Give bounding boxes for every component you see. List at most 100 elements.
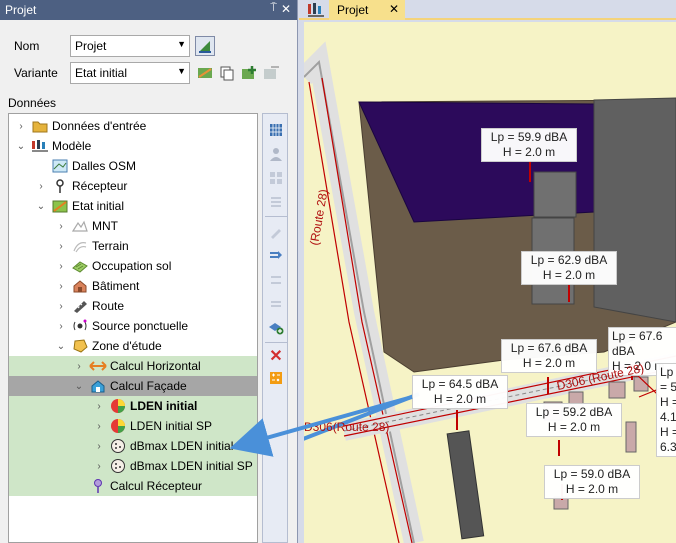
h-value: H = 6.3 bbox=[660, 425, 676, 454]
user-icon[interactable] bbox=[266, 144, 286, 164]
tree-label: Calcul Horizontal bbox=[110, 359, 201, 373]
grid-map-icon[interactable] bbox=[266, 120, 286, 140]
map-canvas[interactable]: Lp = 59.9 dBA H = 2.0 m Lp = 62.9 dBA H … bbox=[304, 22, 676, 543]
tree-item-route[interactable]: › Route bbox=[9, 296, 257, 316]
noise-label[interactable]: Lp = 59.0 dBA H = 2.0 m bbox=[544, 465, 640, 499]
pencil-icon[interactable] bbox=[266, 222, 286, 242]
tree-item-mnt[interactable]: › MNT bbox=[9, 216, 257, 236]
tree-item-donnees-entree[interactable]: › Données d'entrée bbox=[9, 116, 257, 136]
chevron-right-icon[interactable]: › bbox=[35, 181, 47, 192]
tree-label: Dalles OSM bbox=[72, 159, 137, 173]
chevron-right-icon[interactable]: › bbox=[55, 301, 67, 312]
tree-item-dbmax-lden-initial-sp[interactable]: › dBmax LDEN initial SP bbox=[9, 456, 257, 476]
chevron-right-icon[interactable]: › bbox=[55, 321, 67, 332]
building bbox=[593, 97, 676, 323]
chevron-down-icon[interactable]: ▼ bbox=[177, 39, 186, 49]
layers-icon[interactable] bbox=[266, 168, 286, 188]
noise-label[interactable]: Lp = 64.5 dBA H = 2.0 m bbox=[412, 375, 508, 409]
horizontal-calc-icon bbox=[89, 358, 107, 374]
variante-row: Variante Etat initial ▼ bbox=[14, 62, 281, 84]
tree-item-source-ponctuelle[interactable]: › Source ponctuelle bbox=[9, 316, 257, 336]
lp-value: Lp = 64.5 dBA bbox=[421, 377, 499, 391]
tree-item-dalles-osm[interactable]: Dalles OSM bbox=[9, 156, 257, 176]
close-icon[interactable]: ✕ bbox=[389, 2, 399, 16]
variante-select[interactable]: Etat initial ▼ bbox=[70, 62, 190, 84]
tree-label: Occupation sol bbox=[92, 259, 172, 273]
delete-variant-icon[interactable] bbox=[261, 63, 281, 83]
tree-item-zone-etude[interactable]: ⌄ Zone d'étude bbox=[9, 336, 257, 356]
noise-label[interactable]: Lp = 59.9 dBA H = 2.0 m bbox=[481, 128, 577, 162]
tree-label: dBmax LDEN initial bbox=[130, 439, 234, 453]
close-icon[interactable]: ✕ bbox=[281, 2, 291, 16]
swap-icon[interactable] bbox=[266, 294, 286, 314]
noise-label[interactable]: Lp = 67.6 dBA H = 2.0 m bbox=[501, 339, 597, 373]
tree-label: Route bbox=[92, 299, 125, 313]
lp-value: Lp = 67.6 dBA bbox=[510, 341, 588, 355]
chevron-down-icon[interactable]: ⌄ bbox=[73, 381, 85, 392]
delete-icon[interactable]: ✕ bbox=[266, 346, 286, 366]
h-value: H = 4.1 bbox=[660, 395, 676, 424]
tree-label: Calcul Récepteur bbox=[110, 479, 203, 493]
calculator-icon[interactable] bbox=[266, 368, 286, 388]
chevron-down-icon[interactable]: ⌄ bbox=[35, 201, 47, 212]
h-value: H = 2.0 m bbox=[547, 420, 601, 434]
h-value: H = 2.0 m bbox=[433, 392, 487, 406]
noise-label[interactable]: Lp = 5 H = 4.1 H = 6.3 bbox=[656, 363, 676, 457]
chevron-right-icon[interactable]: › bbox=[93, 401, 105, 412]
tree-item-occupation-sol[interactable]: › Occupation sol bbox=[9, 256, 257, 276]
chevron-right-icon[interactable]: › bbox=[15, 121, 27, 132]
chevron-right-icon[interactable]: › bbox=[73, 361, 85, 372]
chevron-right-icon[interactable]: › bbox=[55, 281, 67, 292]
tree-label: LDEN initial bbox=[130, 399, 198, 413]
chevron-right-icon[interactable]: › bbox=[93, 441, 105, 452]
variant-edit-icon[interactable] bbox=[195, 63, 215, 83]
noise-label[interactable]: Lp = 62.9 dBA H = 2.0 m bbox=[521, 251, 617, 285]
chevron-right-icon[interactable]: › bbox=[55, 241, 67, 252]
add-variant-icon[interactable] bbox=[239, 63, 259, 83]
chevron-down-icon[interactable]: ▼ bbox=[177, 66, 186, 76]
building bbox=[446, 430, 485, 540]
donnees-label: Données bbox=[8, 96, 57, 110]
chevron-down-icon[interactable]: ⌄ bbox=[15, 141, 27, 152]
map-icon bbox=[51, 158, 69, 174]
terrain-icon bbox=[71, 238, 89, 254]
tree-item-terrain[interactable]: › Terrain bbox=[9, 236, 257, 256]
chevron-right-icon[interactable]: › bbox=[93, 461, 105, 472]
tree-item-calcul-recepteur[interactable]: Calcul Récepteur bbox=[9, 476, 257, 496]
tab-label: Projet bbox=[337, 3, 369, 17]
panel-title-bar: Projet ⍑ ✕ bbox=[0, 0, 297, 20]
tree-item-etat-initial[interactable]: ⌄ Etat initial bbox=[9, 196, 257, 216]
point-source-icon bbox=[71, 318, 89, 334]
tree-label: Zone d'étude bbox=[92, 339, 162, 353]
tree-item-lden-initial-sp[interactable]: › LDEN initial SP bbox=[9, 416, 257, 436]
chevron-right-icon[interactable]: › bbox=[55, 221, 67, 232]
data-tree: › Données d'entrée ⌄ Modèle Dalles OSM ›… bbox=[8, 113, 258, 543]
tree-item-calcul-horizontal[interactable]: › Calcul Horizontal bbox=[9, 356, 257, 376]
dbmax-icon bbox=[109, 438, 127, 454]
pin-icon[interactable]: ⍑ bbox=[270, 2, 277, 15]
add-layer-icon[interactable] bbox=[266, 318, 286, 338]
tree-item-lden-initial[interactable]: › LDEN initial bbox=[9, 396, 257, 416]
building bbox=[625, 421, 637, 453]
arrange-icon[interactable] bbox=[266, 270, 286, 290]
lp-value: Lp = 59.2 dBA bbox=[535, 405, 613, 419]
sort-icon[interactable] bbox=[266, 192, 286, 212]
edit-project-icon[interactable] bbox=[195, 36, 215, 56]
state-icon bbox=[51, 198, 69, 214]
tree-item-recepteur[interactable]: › Récepteur bbox=[9, 176, 257, 196]
chevron-right-icon[interactable]: › bbox=[93, 421, 105, 432]
noise-label[interactable]: Lp = 59.2 dBA H = 2.0 m bbox=[526, 403, 622, 437]
chevron-down-icon[interactable]: ⌄ bbox=[55, 341, 67, 352]
tree-label: Récepteur bbox=[72, 179, 128, 193]
tree-label: MNT bbox=[92, 219, 118, 233]
nom-select[interactable]: Projet ▼ bbox=[70, 35, 190, 57]
chevron-right-icon[interactable]: › bbox=[55, 261, 67, 272]
copy-icon[interactable] bbox=[217, 63, 237, 83]
tree-label: Données d'entrée bbox=[52, 119, 147, 133]
tab-projet[interactable]: Projet ✕ bbox=[329, 0, 405, 20]
tree-item-calcul-facade[interactable]: ⌄ Calcul Façade bbox=[9, 376, 257, 396]
export-icon[interactable] bbox=[266, 246, 286, 266]
tree-item-batiment[interactable]: › Bâtiment bbox=[9, 276, 257, 296]
tree-item-dbmax-lden-initial[interactable]: › dBmax LDEN initial bbox=[9, 436, 257, 456]
tree-item-modele[interactable]: ⌄ Modèle bbox=[9, 136, 257, 156]
